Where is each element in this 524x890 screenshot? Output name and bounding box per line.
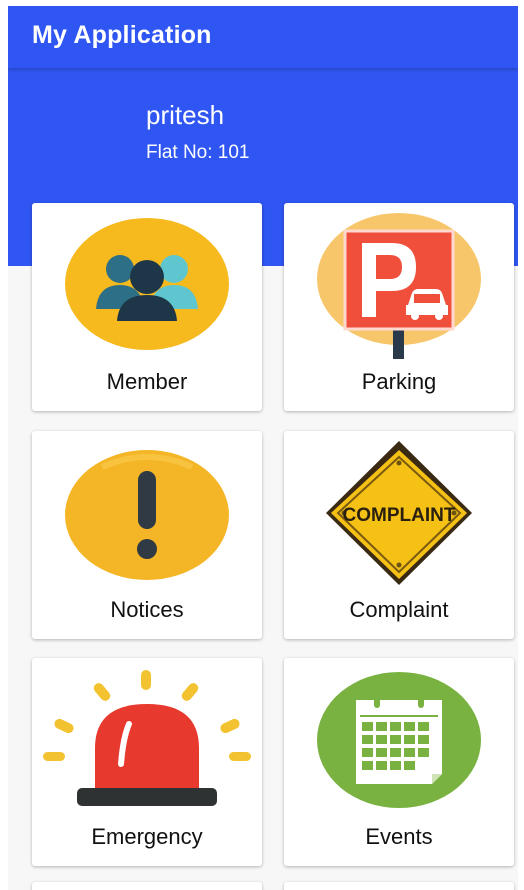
emergency-card[interactable]: Emergency bbox=[32, 658, 262, 866]
app-title: My Application bbox=[32, 21, 212, 49]
notices-card[interactable]: Notices bbox=[32, 431, 262, 639]
parking-sign-icon bbox=[317, 213, 481, 359]
parking-card[interactable]: Parking bbox=[284, 203, 514, 411]
complaint-sign-text: COMPLAINT bbox=[343, 505, 456, 526]
complaint-label: Complaint bbox=[349, 597, 449, 622]
next-row-card-left[interactable] bbox=[32, 882, 262, 890]
app-screen: My Application pritesh Flat No: 101 Memb… bbox=[8, 6, 518, 890]
complaint-card[interactable]: COMPLAINT Complaint bbox=[284, 431, 514, 639]
member-card[interactable]: Member bbox=[32, 203, 262, 411]
member-label: Member bbox=[106, 369, 188, 394]
exclamation-icon bbox=[65, 450, 229, 580]
app-bar: My Application bbox=[8, 6, 518, 68]
events-card[interactable]: Events bbox=[284, 658, 514, 866]
flat-number: Flat No: 101 bbox=[146, 142, 250, 163]
events-label: Events bbox=[365, 824, 433, 849]
user-name: pritesh bbox=[146, 100, 225, 130]
complaint-sign-icon: COMPLAINT bbox=[326, 441, 472, 585]
members-group-icon bbox=[65, 218, 229, 350]
notices-label: Notices bbox=[110, 597, 184, 622]
calendar-icon bbox=[317, 672, 481, 808]
parking-label: Parking bbox=[361, 369, 437, 394]
siren-icon bbox=[43, 670, 251, 806]
emergency-label: Emergency bbox=[91, 824, 203, 849]
next-row-card-right[interactable] bbox=[284, 882, 514, 890]
